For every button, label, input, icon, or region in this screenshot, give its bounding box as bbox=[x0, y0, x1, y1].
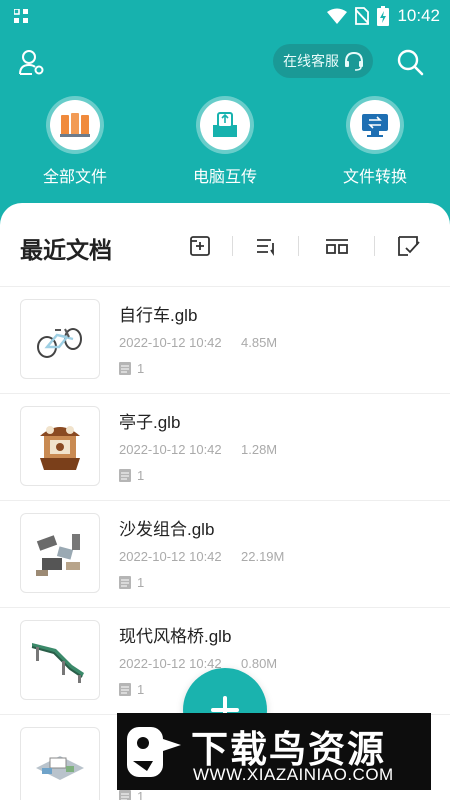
status-bar: 10:42 bbox=[0, 0, 450, 32]
file-row[interactable]: 亭子.glb 2022-10-12 10:42 1.28M 1 bbox=[0, 394, 450, 501]
add-file-button[interactable] bbox=[187, 233, 213, 259]
page-count-icon bbox=[119, 576, 131, 589]
file-thumbnail bbox=[20, 727, 100, 800]
file-thumbnail bbox=[20, 299, 100, 379]
page-count-icon bbox=[119, 362, 131, 375]
watermark-url: WWW.XIAZAINIAO.COM bbox=[193, 765, 394, 784]
notification-grid-icon bbox=[14, 9, 28, 23]
pavilion-icon bbox=[40, 426, 80, 470]
add-file-icon bbox=[190, 236, 210, 256]
file-page-count: 1 bbox=[137, 682, 145, 697]
file-size: 1.28M bbox=[241, 442, 278, 457]
online-service-button[interactable]: 在线客服 bbox=[273, 44, 373, 78]
file-size: 22.19M bbox=[241, 549, 285, 564]
sofa-set-icon bbox=[36, 534, 80, 576]
file-date: 2022-10-12 10:42 bbox=[119, 549, 222, 564]
edit-check-icon bbox=[398, 236, 420, 256]
view-mode-button[interactable] bbox=[324, 233, 350, 259]
wifi-icon bbox=[327, 8, 348, 24]
file-row[interactable]: 自行车.glb 2022-10-12 10:42 4.85M 1 bbox=[0, 287, 450, 394]
edit-select-button[interactable] bbox=[396, 233, 422, 259]
toolbar-divider bbox=[232, 236, 233, 256]
file-name: 自行车.glb bbox=[119, 306, 198, 325]
feature-pc-transfer-label: 电脑互传 bbox=[192, 169, 257, 186]
watermark-banner: 下载鸟资源 WWW.XIAZAINIAO.COM bbox=[117, 713, 431, 790]
grid-view-icon bbox=[326, 239, 348, 254]
feature-row: 全部文件 电脑互传 文件转换 bbox=[0, 100, 450, 195]
file-size: 0.80M bbox=[241, 656, 278, 671]
file-page-count: 1 bbox=[137, 361, 145, 376]
convert-icon bbox=[350, 100, 400, 150]
status-time: 10:42 bbox=[397, 6, 440, 25]
house-model-icon bbox=[36, 756, 84, 780]
feature-convert-label: 文件转换 bbox=[342, 169, 407, 186]
bird-logo-icon bbox=[127, 727, 181, 777]
page-count-icon bbox=[119, 683, 131, 696]
file-row[interactable]: 沙发组合.glb 2022-10-12 10:42 22.19M 1 bbox=[0, 501, 450, 608]
page-count-icon bbox=[119, 469, 131, 482]
feature-pc-transfer[interactable]: 电脑互传 bbox=[150, 100, 300, 195]
folders-icon bbox=[50, 100, 100, 150]
user-icon[interactable] bbox=[18, 48, 46, 76]
file-thumbnail bbox=[20, 406, 100, 486]
feature-convert[interactable]: 文件转换 bbox=[300, 100, 450, 195]
file-thumbnail bbox=[20, 513, 100, 593]
file-page-count: 1 bbox=[137, 575, 145, 590]
sort-icon bbox=[257, 239, 274, 256]
bridge-icon bbox=[31, 643, 84, 683]
app-header: 在线客服 bbox=[0, 32, 450, 92]
file-date: 2022-10-12 10:42 bbox=[119, 656, 222, 671]
file-name: 沙发组合.glb bbox=[119, 520, 215, 539]
toolbar-divider bbox=[374, 236, 375, 256]
file-name: 现代风格桥.glb bbox=[119, 627, 232, 646]
file-size: 4.85M bbox=[241, 335, 278, 350]
file-page-count: 1 bbox=[137, 468, 145, 483]
feature-all-files[interactable]: 全部文件 bbox=[0, 100, 150, 195]
headset-icon bbox=[345, 51, 363, 71]
sort-button[interactable] bbox=[253, 233, 279, 259]
file-date: 2022-10-12 10:42 bbox=[119, 335, 222, 350]
page-title: 最近文档 bbox=[20, 237, 112, 263]
toolbar-divider bbox=[298, 236, 299, 256]
file-thumbnail bbox=[20, 620, 100, 700]
pc-transfer-icon bbox=[200, 100, 250, 150]
file-name: 亭子.glb bbox=[119, 413, 181, 432]
file-page-count: 1 bbox=[137, 789, 145, 800]
bicycle-icon bbox=[37, 328, 82, 358]
feature-all-files-label: 全部文件 bbox=[42, 169, 107, 186]
no-sim-icon bbox=[355, 7, 370, 25]
battery-charging-icon bbox=[377, 6, 390, 26]
file-date: 2022-10-12 10:42 bbox=[119, 442, 222, 457]
online-service-label: 在线客服 bbox=[283, 53, 339, 69]
page-count-icon bbox=[119, 790, 131, 800]
search-icon[interactable] bbox=[396, 48, 424, 76]
panel-header: 最近文档 bbox=[0, 203, 450, 287]
